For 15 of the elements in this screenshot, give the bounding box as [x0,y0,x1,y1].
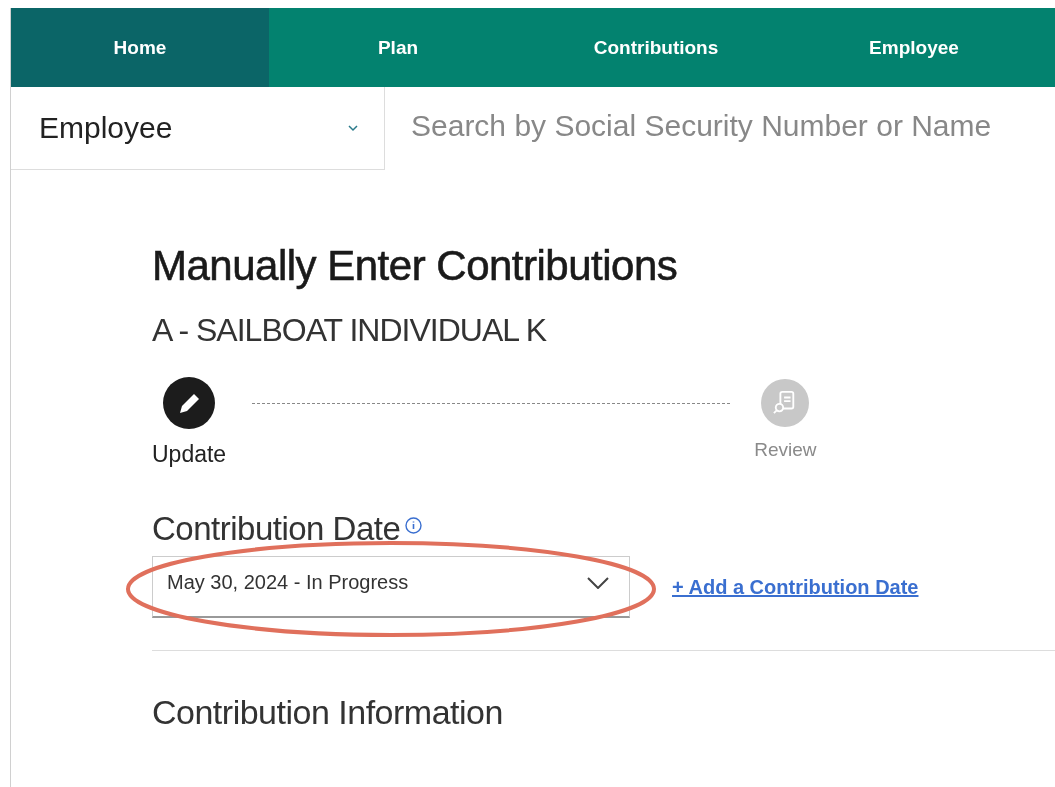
page-title: Manually Enter Contributions [152,242,679,290]
section-title: Contribution Information [152,693,504,732]
info-icon[interactable] [405,516,423,534]
field-label: Contribution Date [152,510,401,548]
nav-tab[interactable]: Plan [269,8,527,87]
nav-tab[interactable]: Contributions [527,8,785,87]
chevron-down-icon [587,576,609,589]
add-date-link[interactable]: + Add a Contribution Date [672,575,919,599]
step-label: Update [152,441,227,468]
date-dropdown[interactable]: May 30, 2024 - In Progress [152,556,630,618]
chevron-down-icon [348,124,358,132]
nav-tab[interactable]: Home [11,8,269,87]
nav-tab[interactable]: Employee [785,8,1043,87]
step-label: Review [754,439,817,461]
plan-name: A - SAILBOAT INDIVIDUAL K [152,312,548,349]
